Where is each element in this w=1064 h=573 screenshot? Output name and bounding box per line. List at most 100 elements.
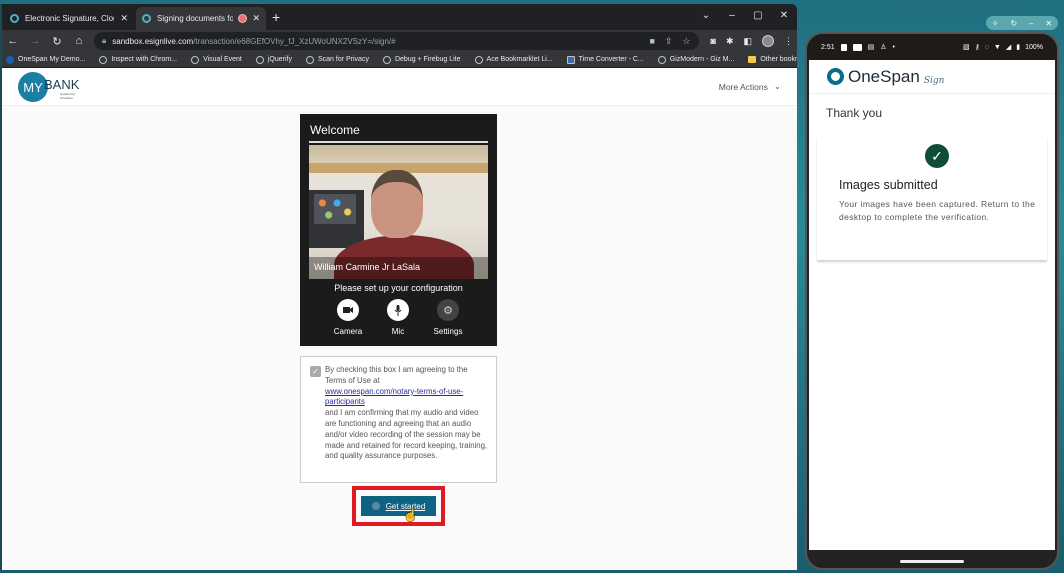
- config-prompt: Please set up your configuration: [334, 283, 463, 293]
- cast-icon: ▧: [962, 44, 970, 51]
- close-tab-icon[interactable]: ✕: [252, 13, 260, 24]
- result-text: Your images have been captured. Return t…: [839, 199, 1036, 222]
- onespan-logo-icon: [827, 68, 844, 85]
- bookmark-item[interactable]: Ace Bookmarklet Li...: [474, 55, 553, 64]
- notification-icon: [840, 43, 847, 51]
- bookmark-item[interactable]: Inspect with Chrom...: [99, 55, 177, 64]
- onespan-sign-script: Sign: [923, 75, 945, 86]
- close-tab-icon[interactable]: ✕: [120, 13, 128, 24]
- window-controls: ⌄ – ▢ ✕: [693, 4, 797, 26]
- tab-signing-documents[interactable]: Signing documents for Affid ✕: [136, 7, 266, 30]
- maximize-button[interactable]: ▢: [745, 10, 771, 21]
- url-host: sandbox.esignlive.com: [112, 36, 194, 46]
- camera-permission-icon[interactable]: ■: [649, 36, 654, 47]
- result-card: ✓ Images submitted Your images have been…: [817, 136, 1047, 260]
- spinner-icon: [371, 502, 380, 510]
- share-icon[interactable]: ⇪: [665, 36, 673, 47]
- app-header: MY BANK powered by OneSpan More Actions …: [2, 68, 797, 106]
- bookmark-icon: [566, 55, 575, 64]
- back-icon[interactable]: ←: [6, 35, 20, 47]
- bookmark-item[interactable]: Visual Event: [191, 55, 242, 64]
- recording-icon: [239, 15, 247, 22]
- close-window-button[interactable]: ✕: [771, 10, 797, 21]
- check-circle-icon: ✓: [925, 144, 949, 168]
- onespan-brand: OneSpan: [848, 66, 920, 86]
- new-tab-button[interactable]: +: [272, 10, 280, 24]
- divider: [309, 141, 488, 143]
- minimize-button[interactable]: –: [719, 10, 745, 21]
- terms-link[interactable]: www.onespan.com/notary-terms-of-use-part…: [325, 387, 463, 407]
- extensions-puzzle-icon[interactable]: ✱: [726, 36, 734, 47]
- folder-icon: [748, 56, 757, 63]
- thank-you-heading: Thank you: [826, 106, 883, 120]
- bookmark-item[interactable]: Debug + Firebug Lite: [382, 55, 461, 64]
- bookmark-item[interactable]: jQuerify: [255, 55, 292, 64]
- consent-text-after: and I am confirming that my audio and vi…: [325, 408, 488, 461]
- logo-text: BANK: [44, 76, 80, 92]
- onespan-header: OneSpan Sign: [809, 60, 1055, 94]
- address-bar[interactable]: 🔒︎ sandbox.esignlive.com/transaction/e68…: [94, 32, 699, 50]
- rotate-icon[interactable]: ↻: [1010, 19, 1017, 28]
- pin-icon[interactable]: ✧: [992, 19, 999, 28]
- lock-icon: 🔒︎: [102, 36, 107, 45]
- side-panel-icon[interactable]: ◧: [743, 36, 752, 47]
- forward-icon[interactable]: →: [28, 35, 42, 47]
- other-bookmarks[interactable]: Other bookmarks: [748, 56, 797, 63]
- tab-search-icon[interactable]: ⌄: [693, 10, 719, 21]
- bookmark-item[interactable]: OneSpan My Demo...: [6, 55, 85, 64]
- globe-icon: [99, 55, 108, 64]
- onespan-favicon-icon: [142, 14, 151, 23]
- globe-icon: [382, 55, 391, 64]
- home-gesture-bar[interactable]: [900, 560, 964, 563]
- more-actions-menu[interactable]: More Actions ⌄: [719, 81, 781, 92]
- phone-mirror: 2:51 ▤ ♙ • ▧ ⚷ ◌ ▼ ◢ ▮ 100% OneSpan Sign…: [805, 32, 1059, 570]
- battery-percent: 100%: [1025, 43, 1043, 51]
- tab-title: Signing documents for Affid: [157, 14, 233, 23]
- mic-button[interactable]: Mic: [373, 299, 423, 336]
- battery-icon: ▮: [1016, 44, 1021, 51]
- onespan-favicon-icon: [10, 14, 19, 23]
- screenshot-extension-icon[interactable]: ◙: [711, 36, 716, 46]
- bookmark-icon: [6, 55, 14, 64]
- hand-cursor-icon: ☝: [403, 508, 418, 522]
- settings-button[interactable]: ⚙ Settings: [423, 299, 473, 336]
- consent-checkbox[interactable]: ✓: [310, 366, 321, 377]
- notification-icon: [852, 43, 862, 51]
- camera-label: Camera: [333, 327, 363, 336]
- welcome-panel: Welcome William Carmine Jr LaSala Please…: [300, 114, 497, 526]
- reload-icon[interactable]: ↻: [50, 35, 64, 48]
- dot-icon: •: [892, 43, 895, 51]
- location-icon: ◌: [984, 43, 989, 51]
- bookmark-star-icon[interactable]: ☆: [682, 36, 690, 47]
- tab-electronic-signature[interactable]: Electronic Signature, Cloud Auth ✕: [4, 7, 134, 30]
- result-title: Images submitted: [839, 178, 938, 192]
- gear-icon: ⚙: [437, 299, 459, 321]
- more-actions-label: More Actions: [718, 81, 768, 92]
- welcome-card: Welcome William Carmine Jr LaSala Please…: [300, 114, 497, 346]
- home-icon[interactable]: ⌂: [72, 35, 86, 47]
- notification-icon: ▤: [867, 44, 875, 51]
- phone-minimize-button[interactable]: –: [1029, 19, 1033, 28]
- menu-kebab-icon[interactable]: ⋮: [784, 36, 793, 47]
- get-started-button[interactable]: Get started: [361, 496, 436, 516]
- phone-close-button[interactable]: ✕: [1045, 19, 1052, 28]
- page-content: MY BANK powered by OneSpan More Actions …: [2, 68, 797, 570]
- phone-screen: OneSpan Sign Thank you ✓ Images submitte…: [809, 60, 1055, 550]
- profile-avatar[interactable]: [762, 35, 774, 47]
- tab-title: Electronic Signature, Cloud Auth: [25, 14, 114, 23]
- chevron-down-icon: ⌄: [773, 81, 781, 91]
- camera-button[interactable]: Camera: [323, 299, 373, 336]
- tab-strip: Electronic Signature, Cloud Auth ✕ Signi…: [2, 4, 797, 30]
- phone-window-controls: ✧ ↻ – ✕: [986, 16, 1058, 30]
- globe-icon: [305, 55, 314, 64]
- bookmark-item[interactable]: GizModern - Giz M...: [657, 55, 734, 64]
- participant-name: William Carmine Jr LaSala: [309, 257, 488, 279]
- bookmark-item[interactable]: Time Converter - C...: [566, 55, 644, 64]
- url-path: /transaction/e68GEfOVhy_fJ_XzUWoUNX2VSzY…: [193, 36, 396, 46]
- status-time: 2:51: [821, 43, 835, 51]
- logo-subtitle: powered by OneSpan: [60, 92, 76, 100]
- highlight-box: Get started ☝: [352, 486, 445, 526]
- bookmarks-bar: OneSpan My Demo... Inspect with Chrom...…: [2, 52, 797, 68]
- bookmark-item[interactable]: Scan for Privacy: [305, 55, 369, 64]
- mic-label: Mic: [391, 327, 405, 336]
